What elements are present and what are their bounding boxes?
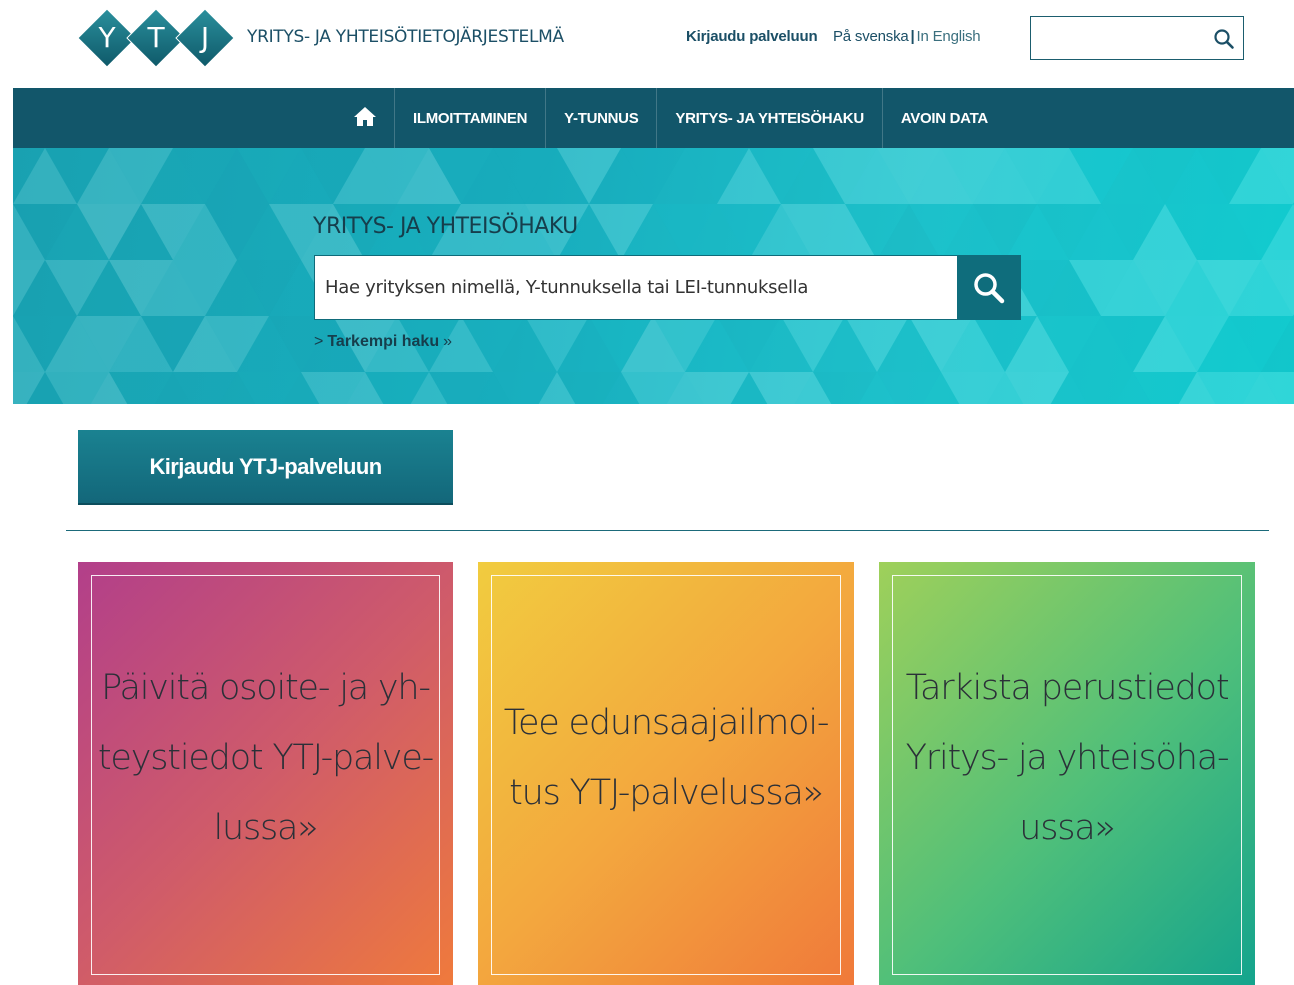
company-search-box xyxy=(314,255,1021,320)
site-header: Y T J YRITYS- JA YHTEISÖTIETOJÄRJESTELMÄ… xyxy=(0,0,1294,88)
card-beneficiary-notice[interactable]: Tee edunsaajailmoi-tus YTJ-palvelussa» xyxy=(478,562,854,985)
login-link[interactable]: Kirjaudu palveluun xyxy=(686,28,818,45)
lang-swedish-link[interactable]: På svenska xyxy=(833,28,909,45)
header-search-box xyxy=(1030,16,1244,60)
search-icon[interactable] xyxy=(1213,28,1235,50)
advanced-search-label: Tarkempi haku xyxy=(327,333,440,350)
card-check-basic-info[interactable]: Tarkista perustiedot Yritys- ja yhteisöh… xyxy=(879,562,1255,985)
header-search-input[interactable] xyxy=(1037,25,1207,51)
main-nav: ILMOITTAMINEN Y-TUNNUS YRITYS- JA YHTEIS… xyxy=(13,88,1294,148)
logo-diamond-j: J xyxy=(176,9,234,67)
nav-ilmoittaminen[interactable]: ILMOITTAMINEN xyxy=(394,88,545,148)
card-update-address[interactable]: Päivitä osoite- ja yh-teystiedot YTJ-pal… xyxy=(78,562,453,985)
chevron-right-icon: > xyxy=(314,333,324,350)
hero-title: YRITYS- JA YHTEISÖHAKU xyxy=(313,214,578,239)
lang-english-link[interactable]: In English xyxy=(917,28,981,45)
nav-avoin-data[interactable]: AVOIN DATA xyxy=(881,88,1006,148)
login-ytj-button[interactable]: Kirjaudu YTJ-palveluun xyxy=(78,430,453,505)
nav-yritys-haku[interactable]: YRITYS- JA YHTEISÖHAKU xyxy=(656,88,881,148)
logo-letter-j: J xyxy=(200,21,210,54)
lang-separator: | xyxy=(910,28,915,45)
site-name: YRITYS- JA YHTEISÖTIETOJÄRJESTELMÄ xyxy=(247,27,564,47)
language-switcher: På svenska | In English xyxy=(833,28,981,45)
card-text: Päivitä osoite- ja yh-teystiedot YTJ-pal… xyxy=(97,667,434,848)
double-chevron-icon: » xyxy=(443,333,452,350)
company-search-button[interactable] xyxy=(957,255,1021,320)
nav-home[interactable] xyxy=(351,88,394,148)
ytj-logo[interactable]: Y T J xyxy=(78,6,236,70)
nav-y-tunnus[interactable]: Y-TUNNUS xyxy=(545,88,656,148)
company-search-input[interactable] xyxy=(325,270,945,304)
hero-search-section: YRITYS- JA YHTEISÖHAKU >Tarkempi haku» xyxy=(13,148,1294,404)
home-icon xyxy=(353,105,377,131)
advanced-search-link[interactable]: > Tarkempi haku» xyxy=(314,333,452,351)
card-text: Tee edunsaajailmoi-tus YTJ-palvelussa» xyxy=(503,702,830,813)
card-text: Tarkista perustiedot Yritys- ja yhteisöh… xyxy=(905,667,1230,848)
